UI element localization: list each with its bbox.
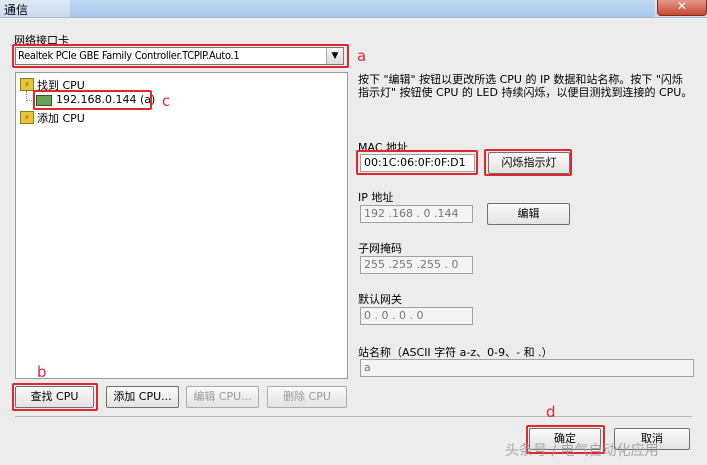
ip-field[interactable]: 192 .168 . 0 .144 bbox=[360, 205, 473, 223]
title-bar-shade bbox=[70, 0, 655, 17]
folder-lightning-icon: ⚡ bbox=[20, 78, 34, 91]
ip-label: IP 地址 bbox=[358, 191, 394, 204]
subnet-label: 子网掩码 bbox=[358, 242, 402, 255]
close-button[interactable]: ✕ bbox=[657, 0, 707, 16]
annotation-d: d bbox=[546, 403, 556, 421]
edit-button[interactable]: 编辑 bbox=[487, 203, 570, 225]
highlight-box-c bbox=[33, 90, 152, 110]
info-text: 按下 "编辑" 按钮以更改所选 CPU 的 IP 数据和站名称。按下 "闪烁指示… bbox=[358, 73, 693, 99]
highlight-box-a bbox=[12, 44, 349, 68]
gateway-field[interactable]: 0 . 0 . 0 . 0 bbox=[360, 307, 473, 325]
add-cpu-button[interactable]: 添加 CPU... bbox=[106, 386, 179, 408]
station-label: 站名称（ASCII 字符 a-z、0-9、- 和 .） bbox=[358, 346, 553, 359]
gateway-label: 默认网关 bbox=[358, 293, 402, 306]
window-title: 通信 bbox=[4, 3, 29, 17]
annotation-c: c bbox=[162, 92, 171, 110]
highlight-box-mac bbox=[356, 150, 478, 175]
annotation-b: b bbox=[37, 363, 47, 381]
folder-lightning-icon: ⚡ bbox=[20, 111, 34, 124]
subnet-field[interactable]: 255 .255 .255 . 0 bbox=[360, 256, 473, 274]
separator bbox=[15, 416, 692, 417]
delete-cpu-button[interactable]: 删除 CPU bbox=[267, 386, 347, 408]
tree-item-add-cpu[interactable]: 添加 CPU bbox=[37, 110, 85, 126]
highlight-box-b bbox=[12, 383, 98, 411]
watermark: 头条号 / 电气自动化应用 bbox=[505, 443, 659, 459]
edit-cpu-button[interactable]: 编辑 CPU... bbox=[186, 386, 259, 408]
station-field[interactable]: a bbox=[360, 359, 694, 377]
annotation-a: a bbox=[357, 47, 367, 65]
highlight-box-blink bbox=[484, 149, 572, 176]
